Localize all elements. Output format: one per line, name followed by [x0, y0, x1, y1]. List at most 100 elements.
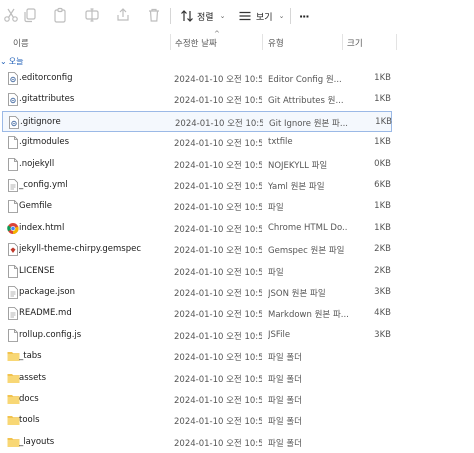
- file-date: 2024-01-10 오전 10:54: [174, 438, 262, 449]
- column-divider[interactable]: [342, 34, 343, 50]
- text-file-icon: [7, 286, 19, 299]
- file-type: 파일 폴더: [268, 417, 302, 428]
- column-divider[interactable]: [396, 34, 397, 50]
- copy-icon[interactable]: [22, 7, 38, 23]
- chevron-down-icon: ⌄: [219, 12, 226, 20]
- file-date: 2024-01-10 오전 10:54: [174, 396, 262, 406]
- sort-indicator-icon: ^: [214, 30, 220, 38]
- file-size: 1KB: [374, 73, 391, 83]
- file-row[interactable]: _config.yml 2024-01-10 오전 10:54 Yaml 원본 파일…: [2, 175, 392, 196]
- column-type[interactable]: 유형: [268, 37, 284, 49]
- file-name: _tabs: [19, 351, 42, 362]
- folder-icon: [7, 393, 20, 406]
- file-type: Git Attributes 원...: [268, 96, 344, 107]
- group-header-today[interactable]: ⌄ 오늘: [0, 55, 23, 67]
- blank-file-icon: [7, 200, 19, 214]
- file-type: JSON 원본 파일: [268, 289, 326, 299]
- cut-icon[interactable]: [3, 7, 19, 23]
- file-name: .nojekyll: [19, 158, 55, 169]
- folder-icon: [7, 372, 20, 385]
- file-row[interactable]: _layouts 2024-01-10 오전 10:54 파일 폴더: [2, 432, 392, 453]
- file-type: 파일 폴더: [268, 396, 302, 406]
- file-date: 2024-01-10 오전 10:54: [174, 160, 262, 171]
- file-row[interactable]: .gitignore 2024-01-10 오전 10:54 Git Ignore …: [2, 110, 392, 132]
- file-date: 2024-01-10 오전 10:54: [174, 182, 262, 192]
- column-date[interactable]: 수정한 날짜: [175, 37, 217, 49]
- file-row[interactable]: .nojekyll 2024-01-10 오전 10:54 NOJEKYLL 파일 0…: [2, 154, 392, 175]
- file-row[interactable]: index.html 2024-01-10 오전 10:54 Chrome HTML…: [2, 218, 392, 239]
- file-date: 2024-01-10 오전 10:54: [174, 374, 262, 385]
- file-row[interactable]: tools 2024-01-10 오전 10:54 파일 폴더: [2, 410, 392, 431]
- file-type: NOJEKYLL 파일: [268, 160, 328, 171]
- blank-file-icon: [7, 264, 19, 278]
- file-type: Markdown 원본 파...: [268, 310, 348, 321]
- command-bar: 정렬 ⌄ 보기 ⌄ ···: [0, 0, 474, 32]
- file-row[interactable]: rollup.config.js 2024-01-10 오전 10:54 JSFil…: [2, 325, 392, 346]
- file-date: 2024-01-10 오전 10:54: [174, 353, 262, 364]
- gear-file-icon: [7, 93, 19, 107]
- file-row[interactable]: .gitattributes 2024-01-10 오전 10:54 Git Att…: [2, 89, 392, 110]
- file-name: .gitignore: [20, 116, 61, 127]
- file-type: 파일 폴더: [268, 438, 302, 449]
- gear-file-icon: [8, 115, 20, 129]
- file-row[interactable]: .gitmodules 2024-01-10 오전 10:54 txtfile 1KB: [2, 132, 392, 153]
- file-type: 파일: [268, 203, 284, 214]
- file-date: 2024-01-10 오전 10:54: [174, 310, 262, 321]
- file-name: .editorconfig: [19, 73, 73, 83]
- file-date: 2024-01-10 오전 10:54: [174, 267, 262, 278]
- sort-icon: [180, 9, 194, 23]
- folder-icon: [7, 414, 20, 427]
- file-type: Editor Config 원...: [268, 75, 342, 85]
- file-row[interactable]: jekyll-theme-chirpy.gemspec 2024-01-10 오전…: [2, 239, 392, 260]
- file-name: assets: [19, 372, 47, 383]
- file-name: docs: [19, 394, 39, 404]
- file-row[interactable]: Gemfile 2024-01-10 오전 10:54 파일 1KB: [2, 196, 392, 217]
- file-size: 1KB: [374, 94, 391, 105]
- column-name[interactable]: 이름: [13, 37, 29, 49]
- sort-label: 정렬: [197, 12, 214, 23]
- share-icon[interactable]: [115, 7, 131, 23]
- folder-icon: [7, 350, 20, 363]
- file-name: index.html: [19, 222, 65, 233]
- file-type: Chrome HTML Do...: [268, 222, 348, 233]
- paste-icon[interactable]: [52, 7, 68, 23]
- file-size: 1KB: [375, 116, 392, 127]
- file-size: 0KB: [374, 158, 391, 169]
- file-date: 2024-01-10 오전 10:54: [174, 203, 262, 214]
- folder-icon: [7, 436, 20, 449]
- sort-button[interactable]: 정렬 ⌄: [180, 6, 225, 26]
- file-row[interactable]: _tabs 2024-01-10 오전 10:54 파일 폴더: [2, 346, 392, 367]
- file-row[interactable]: .editorconfig 2024-01-10 오전 10:54 Editor C…: [2, 68, 392, 89]
- column-size[interactable]: 크기: [347, 37, 363, 49]
- file-date: 2024-01-10 오전 10:54: [174, 289, 262, 299]
- more-options-button[interactable]: ···: [299, 6, 310, 26]
- chevron-down-icon: ⌄: [278, 12, 285, 20]
- file-row[interactable]: docs 2024-01-10 오전 10:54 파일 폴더: [2, 389, 392, 410]
- file-size: 1KB: [374, 222, 391, 233]
- gear-file-icon: [7, 72, 19, 85]
- file-row[interactable]: README.md 2024-01-10 오전 10:54 Markdown 원본 …: [2, 303, 392, 324]
- file-name: jekyll-theme-chirpy.gemspec: [19, 244, 142, 255]
- file-row[interactable]: assets 2024-01-10 오전 10:54 파일 폴더: [2, 368, 392, 389]
- rename-icon[interactable]: [84, 7, 100, 23]
- file-row[interactable]: LICENSE 2024-01-10 오전 10:54 파일 2KB: [2, 261, 392, 282]
- file-date: 2024-01-10 오전 10:54: [174, 75, 262, 85]
- file-row[interactable]: package.json 2024-01-10 오전 10:54 JSON 원본 파…: [2, 282, 392, 303]
- file-type: Yaml 원본 파일: [268, 182, 325, 192]
- file-name: Gemfile: [19, 201, 53, 212]
- file-date: 2024-01-10 오전 10:54: [174, 417, 262, 428]
- group-label: 오늘: [8, 56, 24, 66]
- column-divider[interactable]: [262, 34, 263, 50]
- file-date: 2024-01-10 오전 10:54: [175, 118, 263, 129]
- file-date: 2024-01-10 오전 10:54: [174, 139, 262, 150]
- file-size: 2KB: [374, 244, 391, 255]
- file-size: 1KB: [374, 137, 391, 148]
- blank-file-icon: [7, 157, 19, 171]
- trash-icon[interactable]: [146, 7, 162, 23]
- file-name: package.json: [19, 287, 75, 297]
- file-size: 3KB: [374, 287, 391, 297]
- file-date: 2024-01-10 오전 10:54: [174, 331, 262, 342]
- file-type: txtfile: [268, 137, 293, 148]
- column-divider[interactable]: [170, 34, 171, 50]
- view-button[interactable]: 보기 ⌄: [238, 6, 284, 26]
